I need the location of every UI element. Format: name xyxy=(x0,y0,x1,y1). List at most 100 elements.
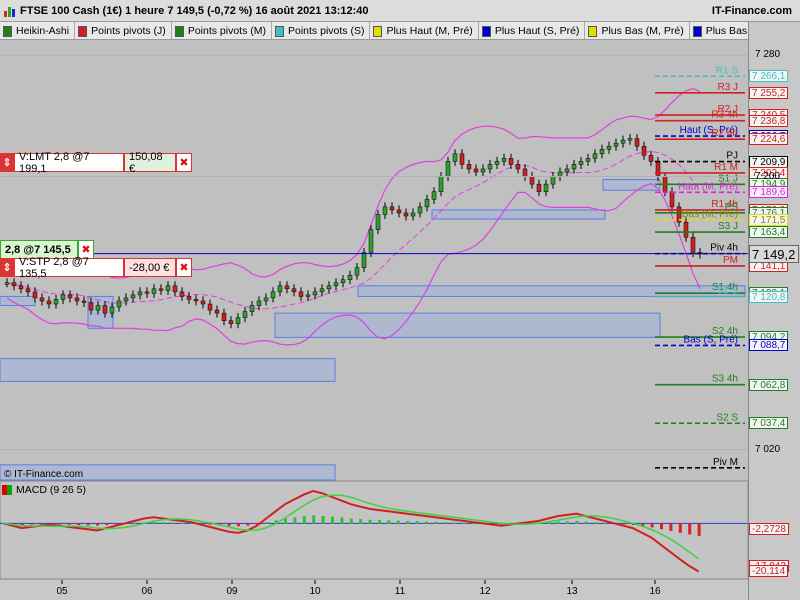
candle-body xyxy=(473,168,479,173)
candle-body xyxy=(270,291,276,299)
close-order-icon[interactable]: ✖ xyxy=(176,258,192,277)
candle-body xyxy=(165,285,171,291)
candle-body xyxy=(67,294,73,299)
close-order-icon[interactable]: ✖ xyxy=(176,153,192,172)
macd-histogram-bar xyxy=(86,523,90,526)
bollinger-bands xyxy=(6,87,701,346)
macd-histogram-bar xyxy=(472,523,475,524)
pivot-level-value: 7 062,8 xyxy=(749,378,789,391)
macd-histogram-bar xyxy=(537,522,541,524)
pivot-level-name: Piv M xyxy=(713,457,738,468)
order-lmt[interactable]: ⇕ V:LMT 2,8 @7 199,1 150,08 € ✖ xyxy=(0,151,192,175)
macd-histogram-bar xyxy=(378,520,381,524)
candle-body xyxy=(550,176,556,185)
macd-histogram-bar xyxy=(688,523,692,535)
candle-body xyxy=(389,206,395,211)
macd-histogram-bar xyxy=(39,523,43,525)
drag-handle-icon[interactable]: ⇕ xyxy=(0,153,14,172)
legend-label: Plus Bas (S, Pré) xyxy=(705,25,748,37)
macd-histogram-bar xyxy=(547,522,551,524)
pivot-level-name: S2 4h xyxy=(712,326,738,337)
macd-histogram-bar xyxy=(490,523,494,525)
macd-histogram-bar xyxy=(274,520,278,524)
candle-body xyxy=(599,148,605,155)
legend-item[interactable]: Points pivots (M) xyxy=(172,22,272,39)
supply-demand-zone xyxy=(0,358,336,382)
legend-swatch-icon xyxy=(275,25,284,37)
pivot-level-name: R3 4h xyxy=(711,110,738,121)
legend-swatch-icon xyxy=(692,25,702,37)
candle-body xyxy=(214,309,220,314)
x-tick-label: 05 xyxy=(56,586,68,597)
macd-histogram-bar xyxy=(462,522,466,524)
macd-histogram-bar xyxy=(519,523,522,524)
macd-histogram-bar xyxy=(30,523,34,525)
legend-item[interactable]: Points pivots (S) xyxy=(272,22,371,39)
candle-body xyxy=(417,206,423,214)
price-chart[interactable]: R1 SR3 JR2 JR3 4hHaut (S, Pré)R2 4hPJR1 … xyxy=(0,0,800,600)
macd-tick-label: -20,114 xyxy=(749,565,789,578)
macd-tick-label: -2,2728 xyxy=(749,522,789,535)
macd-histogram-bar xyxy=(406,520,410,524)
macd-histogram-bar xyxy=(96,523,99,526)
legend-item[interactable]: Heikin-Ashi xyxy=(0,22,76,39)
legend-label: Points pivots (M) xyxy=(187,25,266,37)
candle-body xyxy=(200,300,206,305)
axis-layer: 05 06 09 10 11 12 13 16 xyxy=(0,54,748,600)
price-axis[interactable]: 7 266,17 255,27 240,57 236,87 226,77 224… xyxy=(748,22,800,600)
pivot-level-name: S3 J xyxy=(718,221,738,232)
candle-body xyxy=(81,300,87,303)
candle-body xyxy=(564,168,570,173)
candle-body xyxy=(375,214,381,230)
x-tick-label: 09 xyxy=(226,586,238,597)
order-stp[interactable]: ⇕ V:STP 2,8 @7 135,5 -28,00 € ✖ xyxy=(0,256,192,280)
legend-item[interactable]: Points pivots (J) xyxy=(75,22,172,39)
candle-body xyxy=(305,294,311,297)
drag-handle-icon[interactable]: ⇕ xyxy=(0,258,14,277)
legend-item[interactable]: Plus Haut (M, Pré) xyxy=(370,22,479,39)
candle-body xyxy=(4,282,10,285)
pivot-level-value: 7 266,1 xyxy=(749,70,789,83)
order-lmt-pnl: 150,08 € xyxy=(124,151,176,175)
candle-body xyxy=(606,145,612,150)
candle-body xyxy=(585,158,591,162)
candle-body xyxy=(648,155,654,162)
macd-histogram-bar xyxy=(368,519,372,524)
candle-body xyxy=(557,171,563,177)
macd-histogram-bar xyxy=(660,523,663,530)
pivot-level-name: S1 4h xyxy=(712,282,738,293)
candle-body xyxy=(235,317,241,324)
candle-body xyxy=(18,285,24,290)
candle-body xyxy=(403,212,409,217)
candle-body xyxy=(249,305,255,312)
candle-body xyxy=(578,161,584,165)
legend-item[interactable]: Plus Bas (S, Pré) xyxy=(690,22,748,39)
brand-label: IT-Finance.com xyxy=(711,4,792,17)
macd-histogram-bar xyxy=(180,522,184,524)
candle-body xyxy=(60,294,66,300)
macd-histogram-bar xyxy=(453,522,457,524)
legend-item[interactable]: Plus Haut (S, Pré) xyxy=(479,22,586,39)
macd-histogram-bar xyxy=(434,521,438,524)
macd-histogram-bar xyxy=(67,523,71,525)
macd-histogram-bar xyxy=(321,515,325,524)
macd-histogram-bar xyxy=(594,522,598,524)
candle-body xyxy=(382,206,388,215)
candle-body xyxy=(39,297,45,302)
macd-histogram-bar xyxy=(443,522,447,524)
x-tick-label: 11 xyxy=(395,586,406,597)
macd-histogram-bar xyxy=(566,521,569,524)
candle-body xyxy=(445,161,451,177)
pivot-level-name: PM xyxy=(723,255,738,266)
macd-histogram-bar xyxy=(133,522,137,524)
candle-body xyxy=(291,288,297,293)
candle-body xyxy=(95,305,101,311)
candle-body xyxy=(697,252,703,255)
legend-item[interactable]: Plus Bas (M, Pré) xyxy=(585,22,690,39)
macd-panel-bg xyxy=(0,480,749,580)
candle-body xyxy=(361,252,367,268)
candle-body xyxy=(522,168,528,177)
candle-body xyxy=(683,221,689,238)
pivot-level-name: R2 4h xyxy=(711,128,738,139)
candle-body xyxy=(592,153,598,159)
